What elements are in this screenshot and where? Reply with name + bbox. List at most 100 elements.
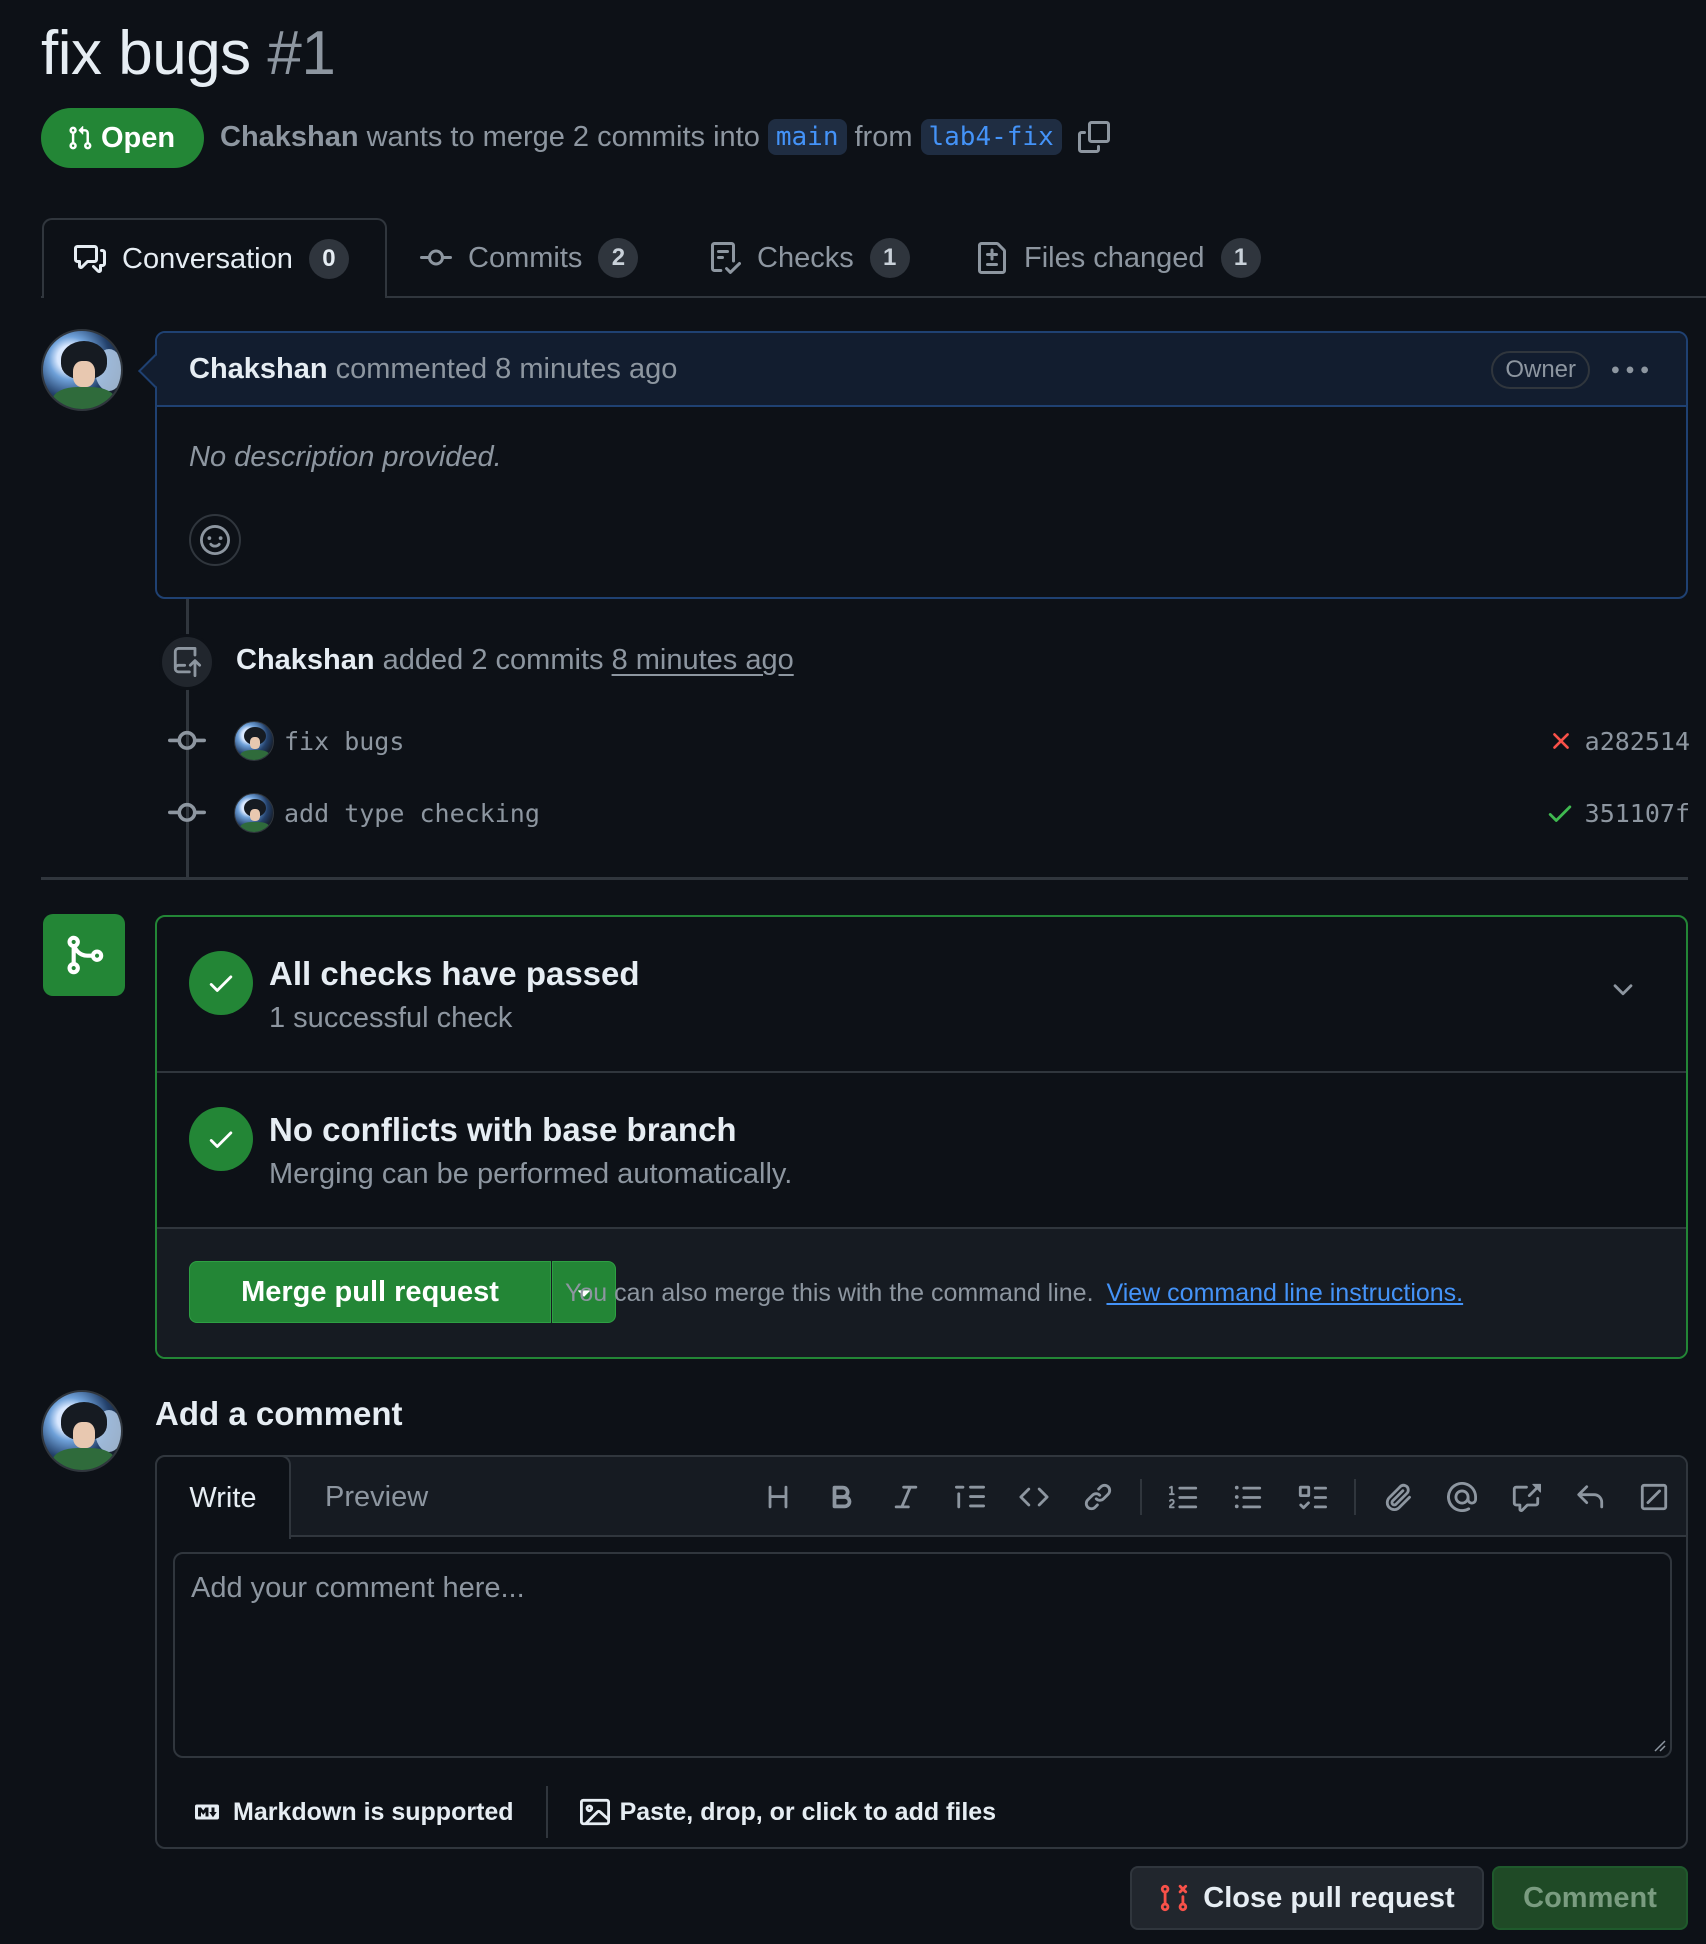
event-time-link[interactable]: 8 minutes ago [612, 644, 794, 676]
markdown-note: Markdown is supported [233, 1797, 514, 1826]
file-diff-icon [976, 242, 1008, 274]
x-icon[interactable] [1547, 727, 1575, 755]
conflicts-section: No conflicts with base branch Merging ca… [157, 1073, 1686, 1229]
link-icon[interactable] [1066, 1465, 1130, 1529]
event-author[interactable]: Chakshan [236, 644, 375, 676]
check-circle-icon [189, 951, 253, 1015]
comment-textarea[interactable]: Add your comment here... [173, 1552, 1672, 1758]
base-branch[interactable]: main [767, 119, 847, 155]
tab-write[interactable]: Write [155, 1455, 291, 1539]
repo-push-icon [159, 634, 215, 690]
avatar[interactable] [234, 721, 274, 761]
avatar[interactable] [41, 329, 123, 411]
comment-editor: Write Preview Add your comment here... M… [155, 1455, 1688, 1849]
attach-icon[interactable] [1366, 1465, 1430, 1529]
tab-checks-count: 1 [869, 238, 910, 278]
comment-header: Chakshan commented 8 minutes ago Owner [157, 333, 1686, 407]
conflicts-subtitle: Merging can be performed automatically. [269, 1158, 793, 1190]
tab-preview[interactable]: Preview [325, 1457, 428, 1537]
cross-reference-icon[interactable] [1494, 1465, 1558, 1529]
italic-icon[interactable] [874, 1465, 938, 1529]
tab-conversation-count: 0 [308, 239, 349, 279]
check-circle-icon [189, 1107, 253, 1171]
list-item: add type checking 351107f [168, 791, 1690, 835]
check-icon[interactable] [1545, 798, 1575, 828]
task-list-icon[interactable] [1280, 1465, 1344, 1529]
markdown-supported-link[interactable]: Markdown is supported [191, 1798, 514, 1827]
checks-title: All checks have passed [269, 955, 640, 992]
add-comment-heading: Add a comment [155, 1395, 403, 1432]
comment-discussion-icon [74, 243, 106, 275]
tab-checks[interactable]: Checks 1 [709, 218, 910, 298]
pr-title: fix bugs #1 [41, 18, 336, 89]
commit-sha-link[interactable]: 351107f [1585, 799, 1690, 828]
git-merge-icon [43, 914, 125, 996]
tab-files-changed-label: Files changed [1024, 241, 1205, 274]
attach-files-button[interactable]: Paste, drop, or click to add files [579, 1797, 997, 1827]
git-pull-request-icon [67, 124, 93, 152]
pr-title-text: fix bugs [41, 19, 251, 88]
git-commit-icon [168, 722, 208, 760]
resize-handle-icon[interactable] [1650, 1736, 1666, 1752]
tab-commits-count: 2 [598, 238, 639, 278]
copy-icon[interactable] [1077, 121, 1110, 153]
command-line-instructions-link[interactable]: View command line instructions. [1106, 1279, 1463, 1307]
reply-icon[interactable] [1558, 1465, 1622, 1529]
tab-conversation-label: Conversation [122, 242, 293, 275]
mention-icon[interactable] [1430, 1465, 1494, 1529]
commits-event: Chakshan added 2 commits 8 minutes ago [236, 644, 794, 677]
pr-author-link[interactable]: Chakshan [220, 121, 359, 154]
kebab-horizontal-icon[interactable] [1612, 353, 1648, 389]
merge-text: wants to merge 2 commits into [366, 120, 760, 153]
comment-action: commented 8 minutes ago [335, 352, 678, 385]
git-commit-icon [168, 794, 208, 832]
git-commit-icon [420, 242, 452, 274]
editor-footer: Markdown is supported Paste, drop, or cl… [157, 1775, 1686, 1849]
merge-hint-text: You can also merge this with the command… [565, 1279, 1094, 1307]
commit-message-link[interactable]: fix bugs [284, 727, 1547, 756]
comment-placeholder: Add your comment here... [191, 1572, 525, 1604]
checks-section[interactable]: All checks have passed 1 successful chec… [157, 917, 1686, 1073]
checks-subtitle: 1 successful check [269, 1002, 513, 1034]
close-pull-request-label: Close pull request [1203, 1881, 1455, 1914]
code-icon[interactable] [1002, 1465, 1066, 1529]
tab-conversation[interactable]: Conversation 0 [42, 218, 387, 298]
comment-body: No description provided. [189, 441, 502, 473]
head-branch[interactable]: lab4-fix [920, 119, 1062, 155]
commit-sha-link[interactable]: a282514 [1585, 727, 1690, 756]
slash-command-icon[interactable] [1622, 1465, 1686, 1529]
event-text: added 2 commits [382, 644, 604, 676]
heading-icon[interactable] [746, 1465, 810, 1529]
merge-summary: Chakshan wants to merge 2 commits into m… [220, 119, 1110, 155]
files-note: Paste, drop, or click to add files [619, 1797, 997, 1826]
bold-icon[interactable] [810, 1465, 874, 1529]
ordered-list-icon[interactable] [1152, 1465, 1216, 1529]
quote-icon[interactable] [938, 1465, 1002, 1529]
checklist-icon [709, 242, 741, 274]
chevron-down-icon[interactable] [1608, 975, 1638, 1005]
merge-box: All checks have passed 1 successful chec… [155, 915, 1688, 1359]
close-pull-request-button[interactable]: Close pull request [1130, 1866, 1484, 1930]
pr-number: #1 [267, 19, 336, 88]
markdown-icon [191, 1800, 223, 1824]
markdown-toolbar [746, 1457, 1686, 1537]
from-word: from [854, 120, 913, 153]
unordered-list-icon[interactable] [1216, 1465, 1280, 1529]
smiley-icon[interactable] [189, 514, 241, 566]
merge-footer: Merge pull request You can also merge th… [157, 1229, 1686, 1357]
timeline-divider [41, 877, 1688, 880]
comment-author[interactable]: Chakshan [189, 353, 328, 386]
avatar[interactable] [41, 1390, 123, 1472]
git-pull-request-closed-icon [1159, 1883, 1189, 1913]
pr-state-label: Open [101, 121, 176, 154]
commit-message-link[interactable]: add type checking [284, 799, 1545, 828]
tab-commits[interactable]: Commits 2 [420, 218, 639, 298]
conflicts-title: No conflicts with base branch [269, 1111, 737, 1148]
tab-files-changed[interactable]: Files changed 1 [976, 218, 1261, 298]
comment-button[interactable]: Comment [1492, 1866, 1688, 1930]
merge-pull-request-button[interactable]: Merge pull request [189, 1261, 551, 1323]
editor-header: Write Preview [155, 1455, 1686, 1539]
tab-checks-label: Checks [757, 241, 854, 274]
avatar[interactable] [234, 793, 274, 833]
pr-description-comment: Chakshan commented 8 minutes ago Owner N… [138, 331, 1688, 599]
